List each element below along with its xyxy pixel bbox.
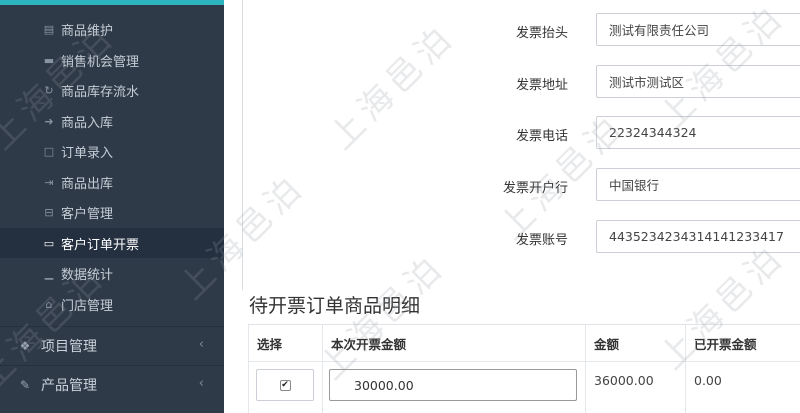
user-card-icon: ⊟ <box>44 205 54 219</box>
sidebar-item-customer-management[interactable]: ⊟ 客户管理 <box>0 197 224 227</box>
invoiced-amount-cell: 0.00 <box>694 373 722 388</box>
sidebar-item-label: 客户管理 <box>61 206 114 222</box>
invoice-title-input[interactable]: 测试有限责任公司 <box>596 13 800 46</box>
credit-card-icon: ▭ <box>43 236 55 250</box>
content-panel-border <box>242 0 243 290</box>
sidebar-top-accent <box>0 0 224 5</box>
chart-icon: ▬ <box>43 53 55 67</box>
table-column-divider <box>585 325 586 413</box>
cubes-icon: ❖ <box>19 339 31 353</box>
sidebar-item-label: 商品维护 <box>61 23 114 39</box>
chevron-left-icon: ‹ <box>198 337 204 352</box>
store-icon: ⌂ <box>45 297 53 311</box>
invoice-account-label: 发票账号 <box>515 233 568 248</box>
invoice-bank-label: 发票开户行 <box>502 181 568 196</box>
sidebar-item-label: 商品出库 <box>61 176 114 192</box>
invoice-bank-input[interactable]: 中国银行 <box>596 168 800 201</box>
bookmark-icon: □ <box>43 144 55 158</box>
sidebar-item-customer-order-invoice[interactable]: ▭ 客户订单开票 <box>0 228 224 258</box>
sidebar-item-inventory-flow[interactable]: ↻ 商品库存流水 <box>0 75 224 105</box>
sidebar-item-label: 商品库存流水 <box>61 84 140 100</box>
this-invoice-amount-input[interactable]: 30000.00 <box>329 369 577 401</box>
sidebar-item-sales-opportunity[interactable]: ▬ 销售机会管理 <box>0 45 224 75</box>
sidebar-item-store-management[interactable]: ⌂ 门店管理 <box>0 289 224 319</box>
invoice-account-input[interactable]: 4435234234314141233417 <box>596 220 800 253</box>
invoice-title-label: 发票抬头 <box>515 26 568 41</box>
sidebar-item-stock-out[interactable]: ⇥ 商品出库 <box>0 167 224 197</box>
sidebar-item-label: 订单录入 <box>61 145 114 161</box>
sidebar-item-label: 项目管理 <box>41 339 97 355</box>
table-header-divider <box>248 361 800 362</box>
table-column-divider <box>248 325 249 413</box>
row-select-cell: ✔ <box>256 369 314 401</box>
section-title: 待开票订单商品明细 <box>249 295 421 317</box>
invoice-phone-label: 发票电话 <box>515 129 568 144</box>
sidebar-item-label: 商品入库 <box>61 115 114 131</box>
column-header-select: 选择 <box>257 336 283 352</box>
sidebar-item-label: 销售机会管理 <box>61 54 140 70</box>
column-header-this-amount: 本次开票金额 <box>331 336 407 352</box>
sidebar-item-label: 产品管理 <box>41 378 97 394</box>
sidebar-item-project-management[interactable]: ❖ 项目管理 ‹ <box>0 327 224 365</box>
column-header-amount: 金额 <box>594 336 620 352</box>
refresh-icon: ↻ <box>44 83 54 97</box>
invoice-address-input[interactable]: 测试市测试区 <box>596 65 800 98</box>
sidebar-item-stock-in[interactable]: ➜ 商品入库 <box>0 106 224 136</box>
stack-icon: ▤ <box>43 22 55 36</box>
sidebar-item-order-entry[interactable]: □ 订单录入 <box>0 136 224 166</box>
chevron-left-icon: ‹ <box>198 376 204 391</box>
sidebar: ▤ 商品维护 ▬ 销售机会管理 ↻ 商品库存流水 ➜ 商品入库 □ 订单录入 ⇥… <box>0 0 224 413</box>
sign-out-icon: ⇥ <box>44 175 54 189</box>
row-select-checkbox[interactable]: ✔ <box>279 379 291 391</box>
sidebar-item-label: 客户订单开票 <box>61 237 140 253</box>
sidebar-item-label: 门店管理 <box>61 298 114 314</box>
table-column-divider <box>322 325 323 413</box>
sidebar-item-label: 数据统计 <box>61 267 114 283</box>
sidebar-item-data-statistics[interactable]: ▁ 数据统计 <box>0 258 224 288</box>
invoice-address-label: 发票地址 <box>515 78 568 93</box>
table-column-divider <box>685 325 686 413</box>
order-items-table: 选择 本次开票金额 金额 已开票金额 ✔ 30000.00 36000.00 0… <box>248 324 800 413</box>
sidebar-item-product-management[interactable]: ✎ 产品管理 ‹ <box>0 366 224 404</box>
sign-in-icon: ➜ <box>44 114 54 128</box>
column-header-invoiced: 已开票金额 <box>694 336 757 352</box>
area-chart-icon: ▁ <box>44 266 54 280</box>
edit-icon: ✎ <box>19 378 31 392</box>
invoice-phone-input[interactable]: 22324344324 <box>596 116 800 149</box>
sidebar-item-product-maintenance[interactable]: ▤ 商品维护 <box>0 14 224 44</box>
amount-cell: 36000.00 <box>594 373 654 388</box>
